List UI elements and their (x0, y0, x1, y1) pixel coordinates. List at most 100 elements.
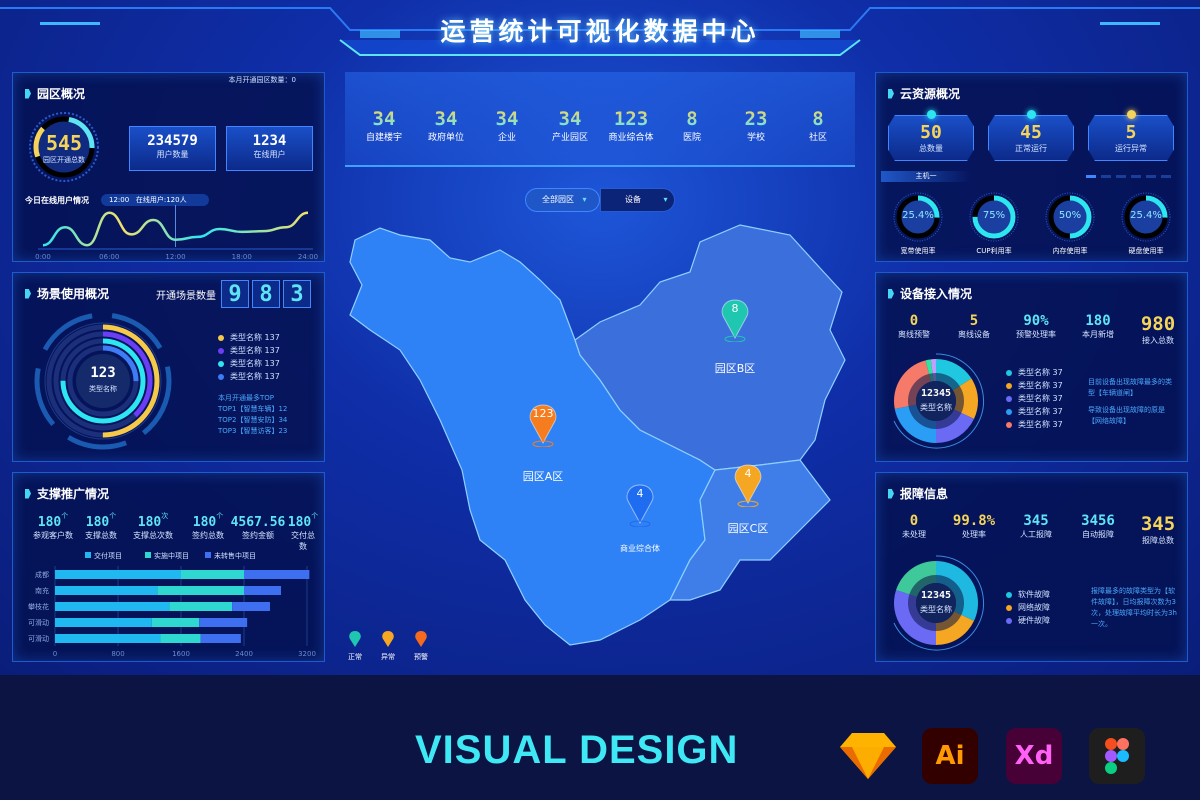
illustrator-icon: Ai (922, 728, 978, 784)
kpi-value: 980 (1140, 313, 1176, 335)
kpi-stat: 345 报障总数 (1141, 513, 1175, 546)
kpi-value: 0 (909, 513, 919, 529)
pin-label: 园区C区 (727, 522, 769, 535)
kpi-label: 未处理 (902, 530, 926, 539)
kpi-label: 处理率 (962, 530, 986, 539)
gauge-value: 25.4% (902, 210, 934, 221)
gauge-value: 50% (1058, 210, 1082, 221)
cloud-stat-label: 运行异常 (1115, 144, 1147, 153)
fault-donut-chart (893, 555, 985, 651)
device-access-panel: 设备接入情况 12345 类型名称 类型名称 37 类型名称 37 类型名称 37 类… (875, 272, 1188, 462)
cloud-stat-value: 45 (1020, 122, 1042, 143)
kpi-value: 180 (1085, 313, 1111, 329)
legend-dot-icon (1006, 617, 1012, 624)
status-dot-icon (1127, 110, 1136, 119)
gauge-label: 宽带使用率 (900, 247, 936, 255)
cloud-stat-card: 45 正常运行 (988, 115, 1074, 161)
kpi-label: 人工报障 (1020, 530, 1052, 539)
panel-title: 设备接入情况 (888, 285, 972, 302)
kpi-stat: 0 未处理 (902, 513, 926, 540)
cloud-stat-label: 总数量 (919, 144, 943, 153)
device-donut-chart (893, 353, 985, 449)
legend-item: 网络故障 (1006, 601, 1050, 614)
kpi-stat: 3456 自动报障 (1081, 513, 1115, 540)
kpi-value: 0 (909, 313, 919, 329)
kpi-stat: 90% 预警处理率 (1016, 313, 1056, 340)
legend-dot-icon (1006, 421, 1012, 428)
legend-label: 类型名称 37 (1018, 394, 1063, 403)
legend-label: 类型名称 37 (1018, 381, 1063, 390)
pin-label: 园区A区 (522, 470, 564, 483)
kpi-label: 预警处理率 (1016, 330, 1056, 339)
host-pager[interactable] (1086, 175, 1171, 178)
kpi-stat: 980 接入总数 (1141, 313, 1175, 346)
kpi-stat: 0 离线预警 (898, 313, 930, 340)
gauge-label: 内存使用率 (1052, 247, 1088, 255)
legend-label: 类型名称 37 (1018, 407, 1063, 416)
legend-item: 软件故障 (1006, 588, 1050, 601)
kpi-label: 接入总数 (1141, 336, 1174, 345)
legend-item: 类型名称 37 (1006, 366, 1063, 379)
device-note: 目前设备出现故障最多的类型【车辆道闸】 (1088, 378, 1172, 397)
pin-value: 4 (744, 467, 752, 480)
legend-dot-icon (1006, 604, 1012, 611)
panel-title: 报障信息 (888, 485, 948, 502)
title-marker-icon (888, 288, 894, 299)
kpi-value: 99.8% (952, 513, 996, 529)
fault-note: 报障最多的故障类型为【软件故障】，日均报障次数为3次，处理故障平均时长为3h一次… (1091, 587, 1177, 628)
device-center-value: 12345 (920, 388, 952, 399)
xd-icon: Xd (1006, 728, 1062, 784)
legend-label: 网络故障 (1018, 603, 1050, 612)
cloud-stat-value: 5 (1125, 122, 1137, 143)
figma-icon (1089, 728, 1145, 784)
legend-item: 类型名称 37 (1006, 392, 1063, 405)
title-marker-icon (888, 488, 894, 499)
cloud-stat-value: 50 (920, 122, 942, 143)
kpi-stat: 5 离线设备 (958, 313, 990, 340)
legend-dot-icon (1006, 591, 1012, 598)
legend-dot-icon (1006, 369, 1012, 376)
kpi-value: 90% (1023, 313, 1049, 329)
kpi-label: 本月新增 (1082, 330, 1114, 339)
cloud-stat-card: 50 总数量 (888, 115, 974, 161)
pin-label: 商业综合体 (620, 544, 660, 553)
status-dot-icon (927, 110, 936, 119)
sketch-icon (840, 728, 896, 784)
legend-item: 类型名称 37 (1006, 379, 1063, 392)
legend-label: 软件故障 (1018, 590, 1050, 599)
kpi-value: 5 (969, 313, 979, 329)
fault-report-panel: 报障信息 12345 类型名称 软件故障 网络故障 硬件故障 报障最多的故障类型为【… (875, 472, 1188, 662)
legend-label: 硬件故障 (1018, 616, 1050, 625)
map-legend-label: 预警 (414, 653, 428, 661)
legend-item: 类型名称 37 (1006, 405, 1063, 418)
legend-item: 类型名称 37 (1006, 418, 1063, 431)
fault-center-label: 类型名称 (920, 605, 952, 614)
status-dot-icon (1027, 110, 1036, 119)
kpi-label: 自动报障 (1082, 530, 1114, 539)
cloud-resource-panel: 云资源概况 主机一 50 总数量 45 正常运行 5 运行异常 25.4% 宽带使用率 75% C… (875, 72, 1188, 262)
kpi-stat: 180 本月新增 (1082, 313, 1114, 340)
device-notes: 目前设备出现故障最多的类型【车辆道闸】 导致设备出现故障的原是【网络故障】 (1088, 377, 1178, 427)
cloud-stat-card: 5 运行异常 (1088, 115, 1174, 161)
legend-pin-icon (414, 630, 428, 652)
pin-value: 4 (636, 487, 644, 500)
gauge-value: 25.4% (1130, 210, 1162, 221)
legend-pin-icon (348, 630, 362, 652)
host-tab[interactable]: 主机一 (881, 171, 971, 182)
kpi-label: 离线设备 (958, 330, 990, 339)
footer-title: VISUAL DESIGN (415, 728, 739, 772)
kpi-label: 离线预警 (898, 330, 930, 339)
device-center-label: 类型名称 (920, 403, 952, 412)
kpi-value: 3456 (1081, 513, 1115, 529)
legend-label: 类型名称 37 (1018, 368, 1063, 377)
fault-legend: 软件故障网络故障硬件故障 (1006, 588, 1050, 627)
pin-label: 园区B区 (714, 362, 756, 375)
pin-value: 123 (532, 407, 554, 420)
legend-label: 类型名称 37 (1018, 420, 1063, 429)
legend-dot-icon (1006, 382, 1012, 389)
legend-item: 硬件故障 (1006, 614, 1050, 627)
pin-value: 8 (731, 302, 739, 315)
kpi-value: 345 (1023, 513, 1049, 529)
device-legend: 类型名称 37 类型名称 37 类型名称 37 类型名称 37 类型名称 37 (1006, 366, 1063, 431)
gauge-label: 硬盘使用率 (1128, 247, 1164, 255)
